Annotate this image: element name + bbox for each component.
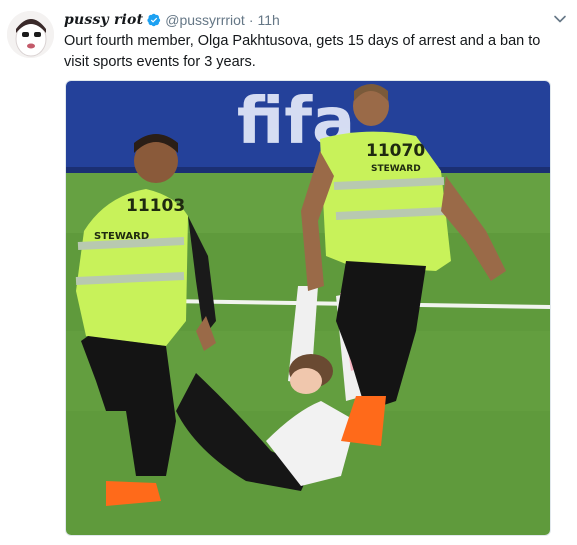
handle[interactable]: @pussyrrriot	[165, 12, 245, 28]
separator-dot: ·	[248, 12, 254, 28]
vest-number-left: 11103	[126, 196, 185, 216]
tweet-text: Ourt fourth member, Olga Pakhtusova, get…	[64, 33, 541, 70]
vest-label-right: STEWARD	[371, 164, 421, 174]
verified-badge-icon	[147, 13, 161, 27]
avatar[interactable]	[7, 11, 54, 58]
photo-image: fifa 11103 STEWARD 11070 STEWARD	[66, 81, 550, 535]
chevron-down-icon[interactable]	[553, 12, 567, 26]
timestamp[interactable]: 11h	[257, 12, 279, 28]
avatar-image	[7, 11, 54, 58]
display-name[interactable]: pussy riot	[64, 12, 143, 28]
tweet-photo[interactable]: fifa 11103 STEWARD 11070 STEWARD	[65, 80, 551, 536]
vest-number-right: 11070	[366, 141, 425, 161]
tweet-header: pussy riot @pussyrrriot · 11h	[64, 11, 280, 29]
vest-label-left: STEWARD	[94, 231, 149, 242]
tweet: pussy riot @pussyrrriot · 11h Ourt fourt…	[0, 0, 577, 545]
